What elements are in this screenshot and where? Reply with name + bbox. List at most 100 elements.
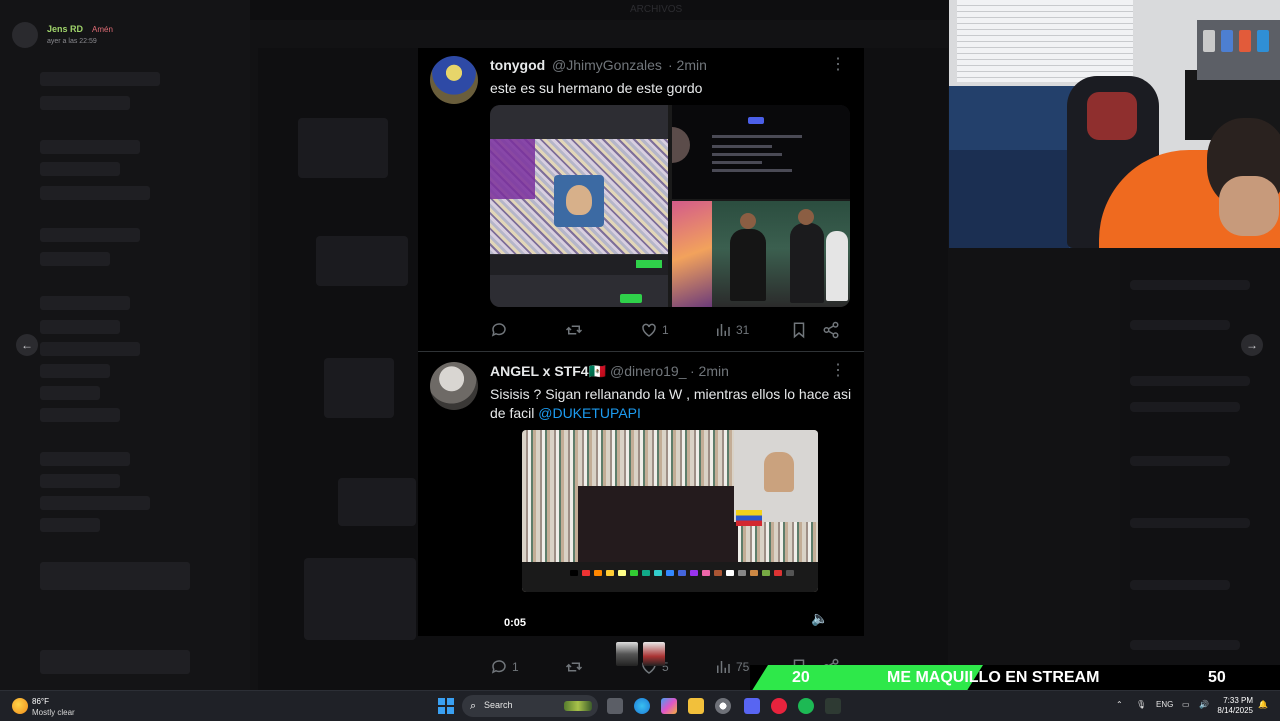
tweet-actions: 1 31 bbox=[490, 320, 850, 340]
repost-button[interactable] bbox=[565, 657, 587, 677]
media-image[interactable] bbox=[672, 201, 712, 307]
tweet-media-grid[interactable] bbox=[490, 105, 850, 307]
tweet-video[interactable] bbox=[522, 430, 818, 592]
language-indicator[interactable]: ENG bbox=[1156, 700, 1173, 709]
reply-icon bbox=[491, 660, 506, 674]
reply-button[interactable] bbox=[490, 320, 512, 340]
media-image[interactable] bbox=[490, 105, 668, 307]
stream-goal-ticker: 20 ME MAQUILLO EN STREAM 50 bbox=[750, 665, 1280, 690]
text-line-graphic bbox=[712, 153, 782, 156]
avatar-graphic bbox=[554, 175, 604, 227]
person-graphic bbox=[790, 223, 824, 303]
window-blinds-graphic bbox=[957, 0, 1133, 82]
object-graphic bbox=[1239, 30, 1251, 52]
microphone-icon[interactable]: 🎙 bbox=[1136, 700, 1146, 709]
tweet-screenshot-panel: tonygod @JhimyGonzales · 2min ⋮ este es … bbox=[418, 48, 864, 676]
message-image-placeholder bbox=[304, 558, 416, 640]
member-placeholder bbox=[1130, 376, 1250, 386]
bookmark-button[interactable] bbox=[790, 320, 812, 340]
text-line-graphic bbox=[712, 161, 762, 164]
tweet-mention-link[interactable]: @DUKETUPAPI bbox=[538, 405, 641, 421]
tweet-text: este es su hermano de este gordo bbox=[490, 80, 703, 96]
channel-placeholder bbox=[40, 296, 130, 310]
start-button[interactable] bbox=[438, 698, 454, 714]
weather-icon bbox=[12, 698, 28, 714]
shelf-graphic bbox=[1197, 20, 1280, 80]
channel-placeholder bbox=[40, 228, 140, 242]
views-button[interactable]: 31 bbox=[714, 320, 749, 340]
tweet-author-name[interactable]: tonygod bbox=[490, 57, 545, 73]
member-placeholder bbox=[1130, 320, 1230, 330]
tweet-author-handle[interactable]: @JhimyGonzales bbox=[552, 57, 662, 73]
volume-icon[interactable]: 🔊 bbox=[1199, 700, 1209, 709]
channel-placeholder bbox=[40, 186, 150, 200]
share-button[interactable] bbox=[822, 320, 844, 340]
author-name[interactable]: Jens RD bbox=[47, 24, 83, 34]
repost-button[interactable] bbox=[565, 320, 587, 340]
edge-browser-icon[interactable] bbox=[634, 698, 650, 714]
reply-icon bbox=[491, 323, 506, 337]
media-image[interactable] bbox=[672, 105, 850, 199]
task-view-icon[interactable] bbox=[607, 698, 623, 714]
media-image[interactable] bbox=[712, 201, 850, 307]
streamer-face-graphic bbox=[1219, 176, 1279, 236]
button-graphic bbox=[620, 294, 642, 303]
taskbar-search[interactable]: ⌕ Search bbox=[462, 695, 598, 717]
channel-placeholder bbox=[40, 72, 160, 86]
color-swatch bbox=[750, 570, 758, 576]
member-placeholder bbox=[1130, 518, 1250, 528]
color-swatch bbox=[570, 570, 578, 576]
tweet-avatar[interactable] bbox=[430, 56, 478, 104]
tweet-author-name[interactable]: ANGEL x STF4🇲🇽 bbox=[490, 363, 606, 380]
previous-image-button[interactable]: ← bbox=[16, 334, 38, 356]
webcam-overlay-graphic bbox=[734, 430, 818, 522]
obs-studio-icon[interactable] bbox=[715, 698, 731, 714]
file-explorer-icon[interactable] bbox=[688, 698, 704, 714]
spotify-icon[interactable] bbox=[798, 698, 814, 714]
taskbar: 86°F Mostly clear ⌕ Search ⌃ 🎙 ENG ▭ 🔊 7… bbox=[0, 690, 1280, 721]
bed-graphic bbox=[949, 150, 1069, 248]
member-placeholder bbox=[1130, 280, 1250, 290]
notification-bell-icon[interactable]: 🔔 bbox=[1258, 700, 1268, 709]
reply-count: 1 bbox=[512, 660, 519, 674]
more-icon[interactable]: ⋮ bbox=[830, 54, 846, 74]
object-graphic bbox=[1221, 30, 1233, 52]
reply-button[interactable]: 1 bbox=[490, 657, 519, 677]
object-graphic bbox=[1257, 30, 1269, 52]
color-swatch bbox=[690, 570, 698, 576]
button-graphic bbox=[636, 260, 662, 268]
channel-placeholder bbox=[40, 140, 140, 154]
text-line-graphic bbox=[712, 169, 792, 172]
discord-icon[interactable] bbox=[744, 698, 760, 714]
tweet-item: tonygod @JhimyGonzales · 2min ⋮ este es … bbox=[418, 48, 864, 351]
member-placeholder bbox=[1130, 580, 1230, 590]
app-icon[interactable] bbox=[771, 698, 787, 714]
clock-date: 8/14/2025 bbox=[1217, 706, 1253, 715]
color-swatch bbox=[774, 570, 782, 576]
channel-placeholder bbox=[40, 320, 120, 334]
object-graphic bbox=[1203, 30, 1215, 52]
tray-overflow-icon[interactable]: ⌃ bbox=[1116, 700, 1123, 709]
author-avatar[interactable] bbox=[12, 22, 38, 48]
image-thumbnail[interactable] bbox=[643, 642, 665, 666]
next-image-button[interactable]: → bbox=[1241, 334, 1263, 356]
taskbar-clock[interactable]: 7:33 PM 8/14/2025 bbox=[1216, 696, 1253, 716]
app-icon[interactable] bbox=[825, 698, 841, 714]
more-icon[interactable]: ⋮ bbox=[830, 360, 846, 380]
channel-placeholder bbox=[40, 162, 120, 176]
copilot-icon[interactable] bbox=[661, 698, 677, 714]
text-line-graphic bbox=[712, 135, 802, 138]
tweet-author-handle[interactable]: @dinero19_ bbox=[610, 363, 687, 379]
volume-icon[interactable]: 🔈 bbox=[811, 610, 828, 627]
views-button[interactable]: 75 bbox=[714, 657, 749, 677]
color-swatch bbox=[582, 570, 590, 576]
tweet-avatar[interactable] bbox=[430, 362, 478, 410]
channel-placeholder bbox=[40, 408, 120, 422]
image-thumbnail[interactable] bbox=[616, 642, 638, 666]
window-title: ARCHIVOS bbox=[630, 4, 683, 15]
chair-panel-graphic bbox=[1087, 92, 1137, 140]
person-graphic bbox=[826, 231, 848, 301]
search-label: Search bbox=[484, 700, 513, 710]
network-icon[interactable]: ▭ bbox=[1182, 700, 1190, 709]
like-button[interactable]: 1 bbox=[640, 320, 669, 340]
